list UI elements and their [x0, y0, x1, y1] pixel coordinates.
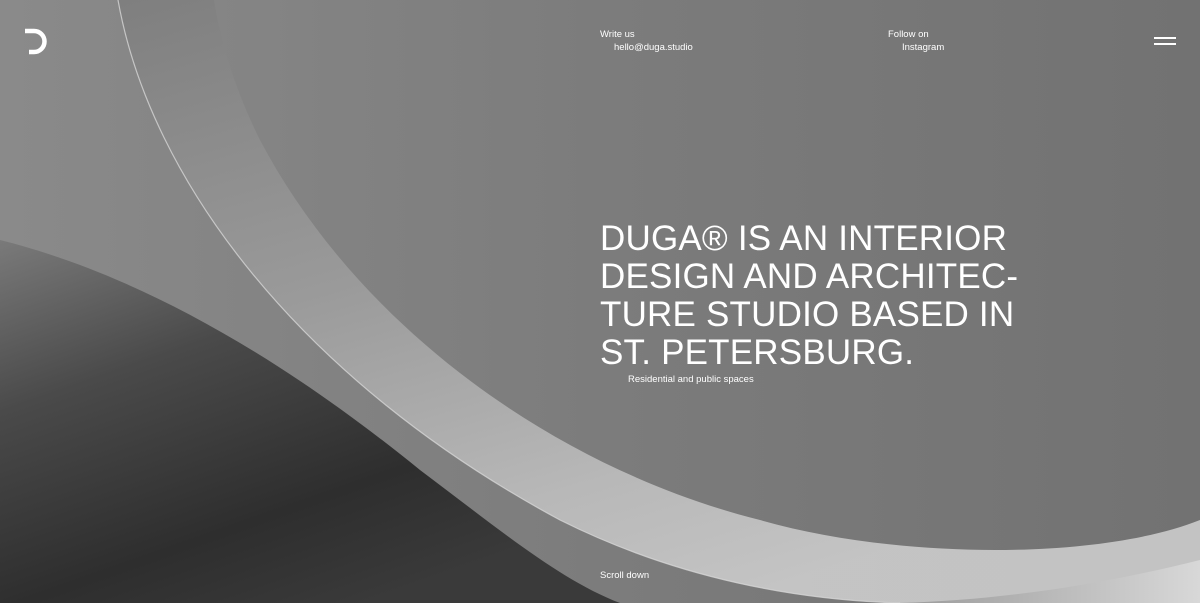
- headline-line: ST. PETERSBURG.: [600, 333, 915, 372]
- follow-on-label: Follow on: [888, 29, 929, 40]
- email-link[interactable]: hello@duga.studio: [600, 41, 693, 54]
- headline-line: TURE STUDIO BASED IN: [600, 295, 1015, 334]
- follow-on-block: Follow on Instagram: [888, 28, 944, 54]
- scroll-down-link[interactable]: Scroll down: [600, 570, 649, 581]
- write-us-label: Write us: [600, 29, 635, 40]
- hero-headline: DUGA® IS AN INTERIOR DESIGN AND ARCHITEC…: [600, 220, 1060, 372]
- headline-line: DESIGN AND ARCHITEC-: [600, 257, 1019, 296]
- menu-line: [1154, 37, 1176, 39]
- duga-logo-icon[interactable]: [22, 28, 48, 56]
- hero-subtitle: Residential and public spaces: [628, 374, 754, 385]
- headline-line: DUGA® IS AN INTERIOR: [600, 219, 1008, 258]
- hamburger-menu-icon[interactable]: [1150, 32, 1180, 52]
- instagram-link[interactable]: Instagram: [888, 41, 944, 54]
- menu-line: [1154, 43, 1176, 45]
- write-us-block: Write us hello@duga.studio: [600, 28, 693, 54]
